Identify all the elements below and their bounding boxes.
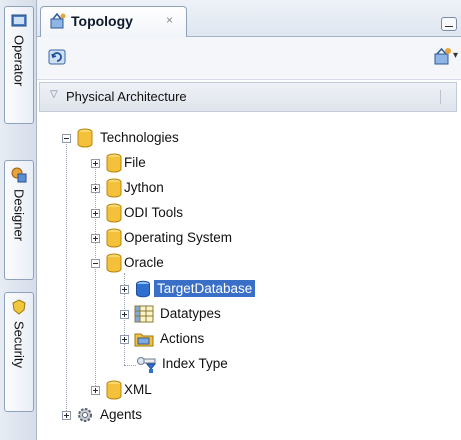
expand-toggle[interactable]: [120, 335, 129, 344]
tree-node-label: File: [124, 155, 146, 170]
topology-icon: [50, 12, 66, 29]
tree-node-actions[interactable]: Actions: [120, 329, 320, 351]
agents-gear-icon: [78, 408, 92, 422]
topology-panel: Topology × ▾ ▽ Physical Architecture Tec…: [37, 0, 461, 440]
operating-system-technology-icon: [106, 228, 122, 248]
tree-node-targetdatabase[interactable]: TargetDatabase: [120, 279, 350, 301]
new-topology-button[interactable]: ▾: [433, 46, 458, 69]
index-type-icon: [137, 357, 157, 373]
tree-node-label: XML: [124, 382, 152, 397]
side-tab-label: Designer: [11, 189, 27, 242]
expand-toggle[interactable]: [91, 234, 100, 243]
data-server-icon: [136, 280, 150, 298]
collapse-toggle[interactable]: [91, 259, 100, 268]
datatypes-grid-icon: [134, 305, 154, 323]
tree-node-operating-system[interactable]: Operating System: [91, 228, 321, 250]
tree-node-label: ODI Tools: [124, 205, 184, 220]
new-topology-icon: [434, 47, 451, 65]
file-technology-icon: [106, 153, 122, 173]
tree-node-xml[interactable]: XML: [91, 380, 291, 402]
tree-node-label: Jython: [124, 180, 164, 195]
tree-node-jython[interactable]: Jython: [91, 178, 291, 200]
tree-node-label: Operating System: [124, 230, 233, 245]
oracle-technology-icon: [106, 253, 122, 273]
expand-toggle[interactable]: [62, 411, 71, 420]
collapse-arrow-icon: ▽: [50, 89, 58, 100]
tree-node-label: Oracle: [124, 255, 164, 270]
collapse-toggle[interactable]: [62, 134, 71, 143]
expand-toggle[interactable]: [120, 285, 129, 294]
chevron-down-icon: ▾: [453, 50, 459, 61]
technologies-folder-icon: [77, 128, 93, 148]
xml-technology-icon: [106, 380, 122, 400]
designer-icon: [11, 167, 27, 183]
tab-title: Topology: [71, 13, 133, 29]
tree-node-label: Index Type: [162, 356, 228, 371]
side-tab-operator[interactable]: Operator: [4, 6, 34, 124]
actions-folder-icon: [134, 333, 154, 347]
tree-node-label: Technologies: [100, 130, 179, 145]
odi-tools-technology-icon: [106, 203, 122, 223]
tree-node-label: TargetDatabase: [154, 280, 256, 297]
minimize-button[interactable]: [441, 17, 457, 31]
tree-node-technologies[interactable]: Technologies: [62, 128, 262, 150]
tab-topology[interactable]: Topology ×: [40, 6, 187, 37]
side-tab-label: Operator: [11, 35, 27, 87]
section-title: Physical Architecture: [66, 89, 187, 104]
tree-node-label: Datatypes: [160, 306, 221, 321]
jython-technology-icon: [106, 178, 122, 198]
tree-node-label: Actions: [160, 331, 205, 346]
close-icon[interactable]: ×: [166, 13, 173, 27]
security-icon: [12, 299, 26, 315]
tree-node-file[interactable]: File: [91, 153, 291, 175]
tree-node-odi-tools[interactable]: ODI Tools: [91, 203, 291, 225]
side-tab-label: Security: [11, 321, 27, 368]
tab-bar: Topology ×: [37, 0, 461, 37]
expand-toggle[interactable]: [120, 310, 129, 319]
refresh-icon[interactable]: [47, 47, 67, 67]
side-tab-designer[interactable]: Designer: [4, 160, 34, 280]
tree-node-datatypes[interactable]: Datatypes: [120, 304, 320, 326]
toolbar: ▾: [37, 37, 461, 80]
expand-toggle[interactable]: [91, 209, 100, 218]
tree-connector: [66, 141, 67, 419]
tree-connector: [124, 365, 136, 366]
expand-toggle[interactable]: [91, 159, 100, 168]
tree-node-index-type[interactable]: Index Type: [120, 354, 320, 376]
tree-node-oracle[interactable]: Oracle: [91, 253, 291, 275]
tree-node-label: Agents: [100, 407, 143, 422]
side-tab-strip: Operator Designer Security: [0, 0, 37, 440]
operator-icon: [11, 14, 27, 27]
side-tab-security[interactable]: Security: [4, 292, 34, 412]
physical-architecture-header[interactable]: ▽ Physical Architecture: [39, 82, 457, 112]
header-divider: [440, 90, 441, 104]
expand-toggle[interactable]: [91, 386, 100, 395]
expand-toggle[interactable]: [91, 184, 100, 193]
tree-node-agents[interactable]: Agents: [62, 405, 262, 427]
